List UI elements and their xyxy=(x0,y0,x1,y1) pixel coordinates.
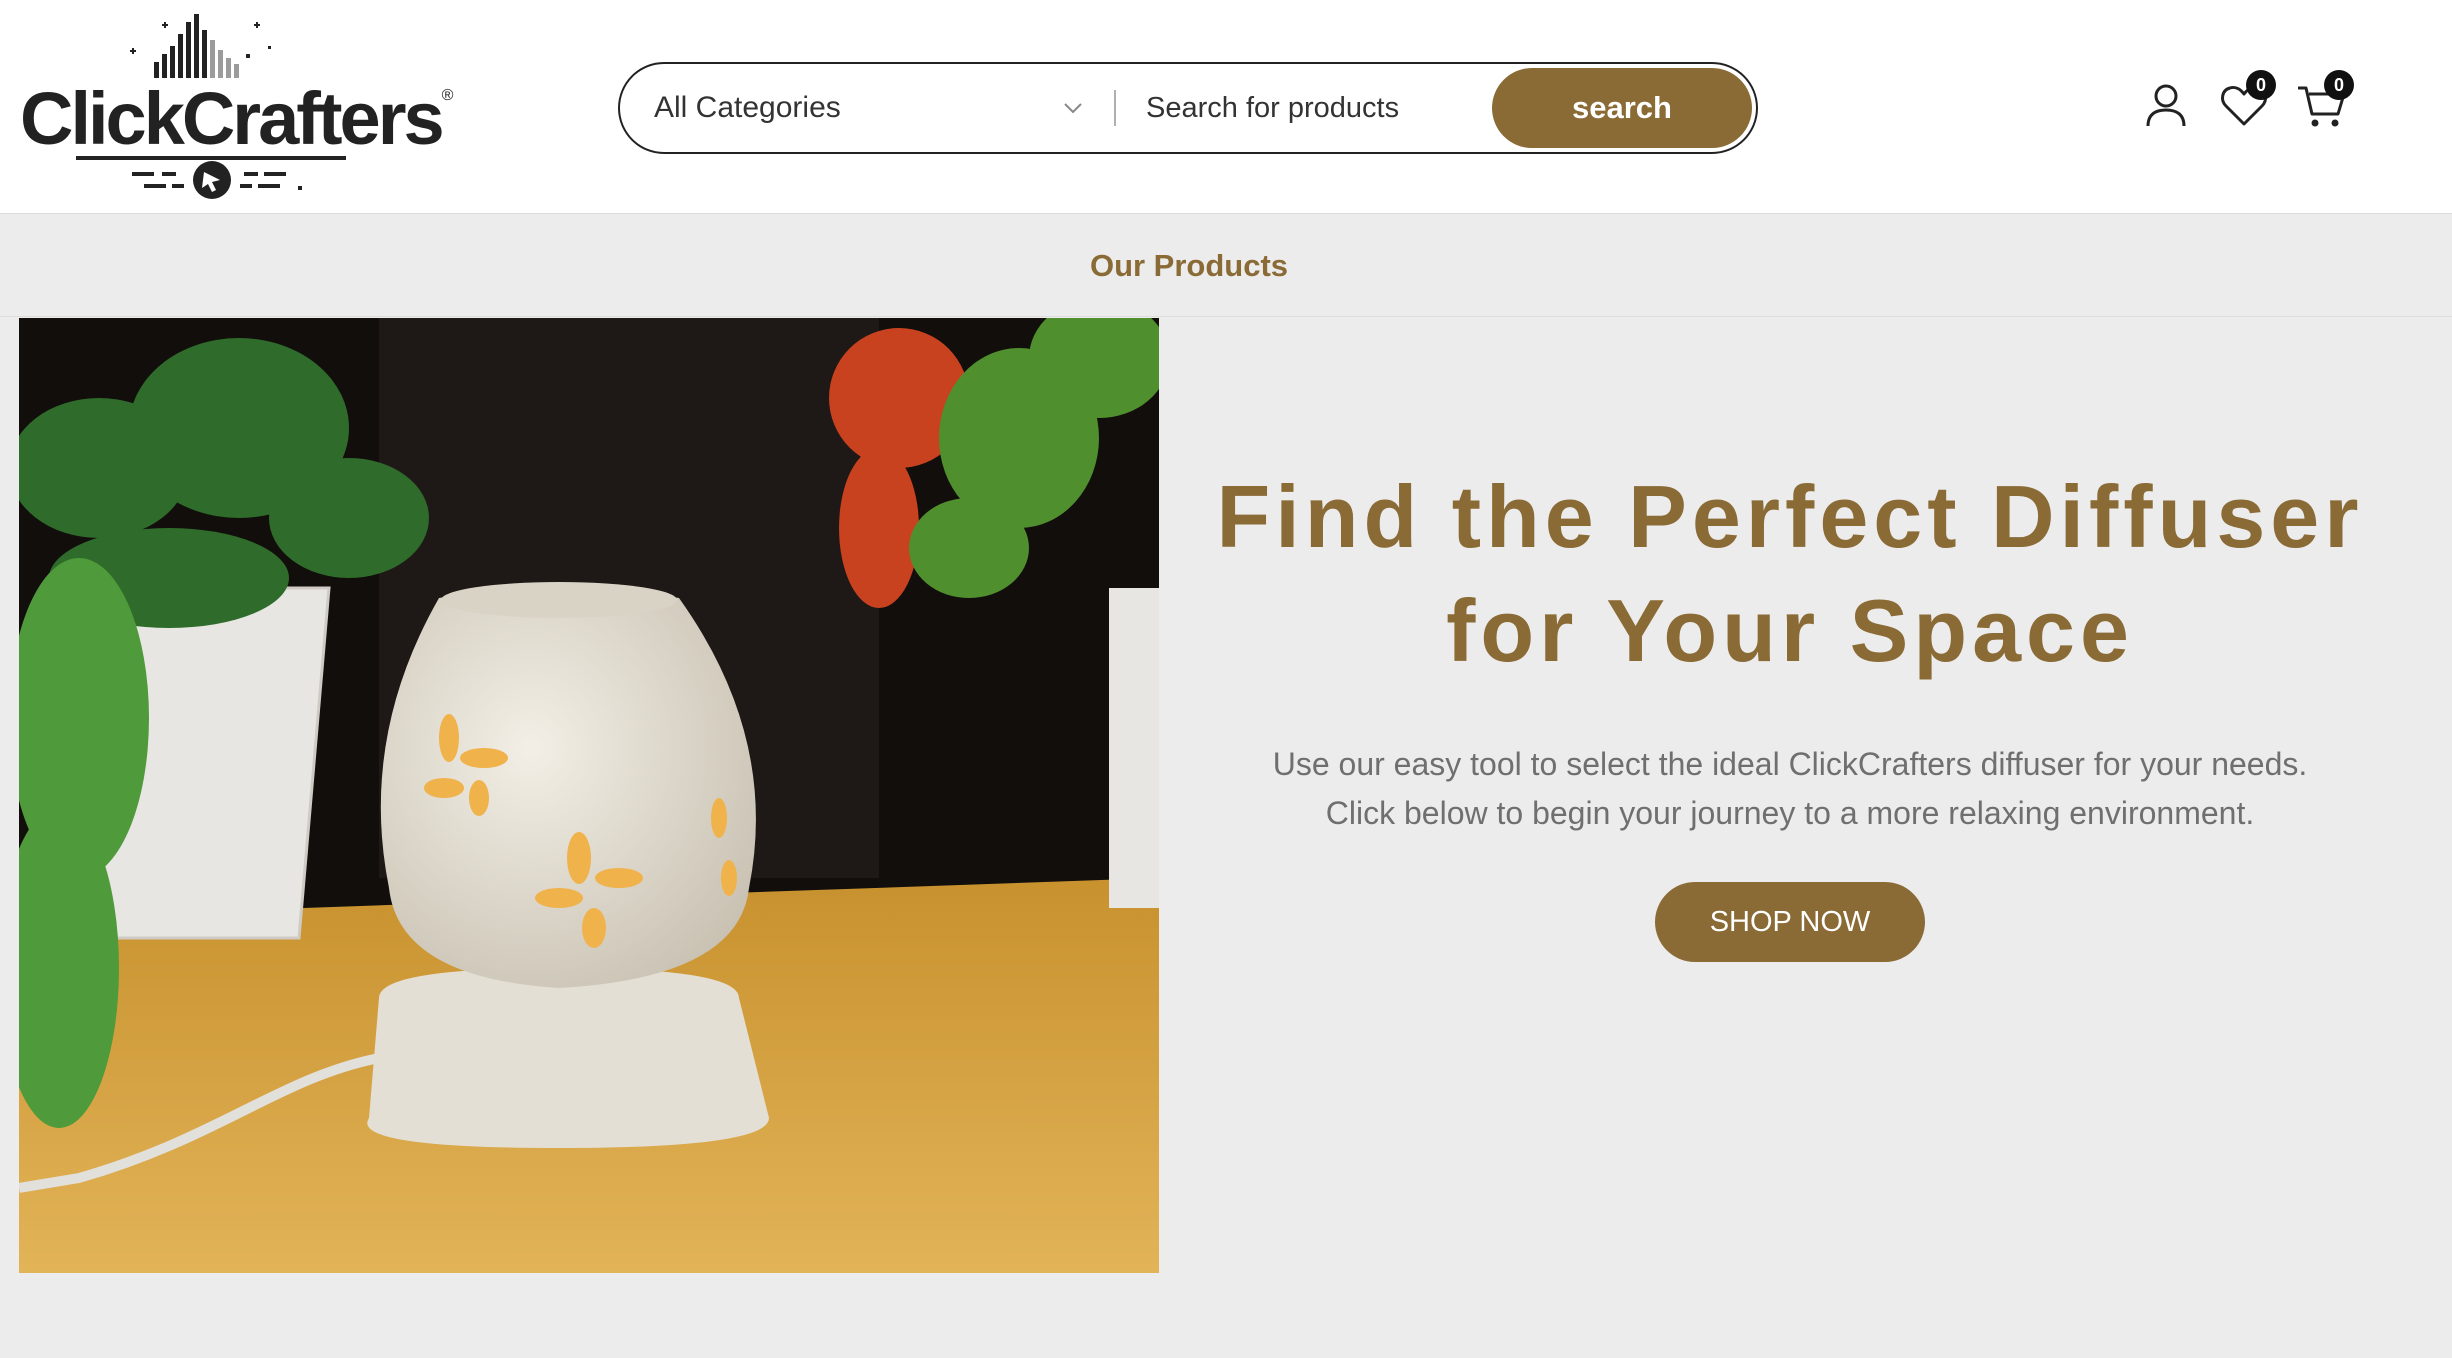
hero-subtitle: Use our easy tool to select the ideal Cl… xyxy=(1200,740,2380,838)
logo-wordmark: ClickCrafters® xyxy=(20,77,454,160)
chevron-down-icon xyxy=(1064,103,1082,114)
main-nav: Our Products xyxy=(0,215,2452,317)
nav-item-our-products[interactable]: Our Products xyxy=(1090,248,1288,284)
hero-title-line-1: Find the Perfect Diffuser xyxy=(1216,467,2364,566)
shop-now-button[interactable]: SHOP NOW xyxy=(1655,882,1925,962)
account-icon xyxy=(2146,84,2186,127)
brand-logo[interactable]: ClickCrafters® xyxy=(18,10,453,200)
hero-subtitle-line-2: Click below to begin your journey to a m… xyxy=(1325,795,2255,831)
hero-title: Find the Perfect Diffuser for Your Space xyxy=(1200,460,2380,688)
search-button[interactable]: search xyxy=(1492,68,1752,148)
category-selected-label: All Categories xyxy=(654,91,841,124)
hero-text-block: Find the Perfect Diffuser for Your Space… xyxy=(1200,460,2380,962)
hero-subtitle-line-1: Use our easy tool to select the ideal Cl… xyxy=(1272,746,2308,782)
category-select[interactable]: All Categories xyxy=(654,64,1084,152)
logo-equalizer-icon xyxy=(130,14,271,78)
search-input[interactable] xyxy=(1146,78,1506,138)
cart-count-badge: 0 xyxy=(2324,70,2354,100)
site-header: ClickCrafters® All Categories search xyxy=(0,0,2452,214)
wishlist-button[interactable]: 0 xyxy=(2216,70,2276,134)
cart-button[interactable]: 0 xyxy=(2294,70,2354,134)
hero-image-diffuser xyxy=(19,318,1159,1273)
search-bar: All Categories search xyxy=(618,62,1758,154)
logo-cursor-icon xyxy=(76,156,346,199)
hero-title-line-2: for Your Space xyxy=(1446,581,2134,680)
search-divider xyxy=(1114,90,1116,126)
wishlist-count-badge: 0 xyxy=(2246,70,2276,100)
account-button[interactable] xyxy=(2138,78,2194,134)
